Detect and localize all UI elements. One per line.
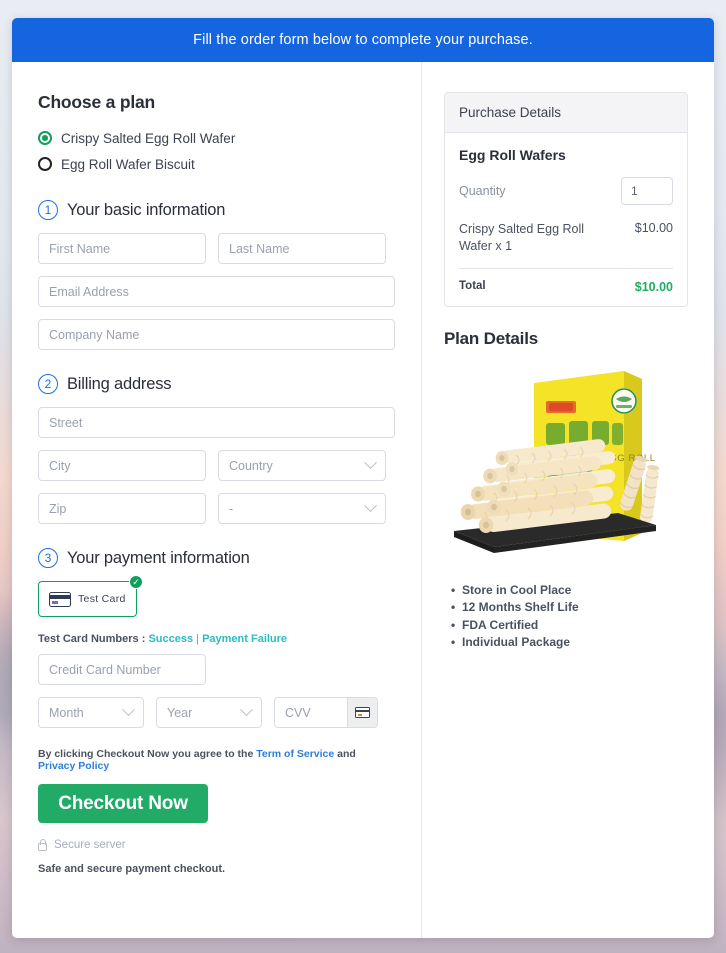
step-basic-information: 1 Your basic information [38, 200, 395, 220]
state-select[interactable]: - [218, 493, 386, 524]
credit-card-number-input[interactable]: Credit Card Number [38, 654, 206, 685]
expiry-year-select[interactable]: Year [156, 697, 262, 728]
expiry-cvv-row: Month Year CVV [38, 697, 395, 728]
street-input[interactable]: Street [38, 407, 395, 438]
purchase-details-box: Purchase Details Egg Roll Wafers Quantit… [444, 92, 688, 307]
zip-state-row: Zip - [38, 493, 395, 524]
payment-failure-test-card-link[interactable]: Payment Failure [202, 633, 287, 645]
step-label: Your basic information [67, 200, 226, 219]
quantity-row: Quantity 1 [459, 177, 673, 205]
privacy-policy-link[interactable]: Privacy Policy [38, 760, 109, 772]
lock-icon [38, 838, 47, 851]
plan-details-title: Plan Details [444, 328, 538, 348]
link-separator: | [193, 633, 203, 645]
secure-server-label: Secure server [54, 839, 126, 851]
email-input[interactable]: Email Address [38, 276, 395, 307]
choose-plan-title: Choose a plan [38, 92, 156, 112]
test-card-numbers-row: Test Card Numbers : Success | Payment Fa… [38, 633, 395, 645]
company-name-input[interactable]: Company Name [38, 319, 395, 350]
chevron-down-icon [240, 703, 253, 717]
product-illustration-svg: COCONUT EGG ROLL [454, 370, 660, 553]
card-back-icon [355, 707, 370, 718]
list-item: FDA Certified [451, 617, 688, 635]
test-card-numbers-label: Test Card Numbers : [38, 633, 149, 645]
list-item: Store in Cool Place [451, 582, 688, 600]
first-name-input[interactable]: First Name [38, 233, 206, 264]
last-name-input[interactable]: Last Name [218, 233, 386, 264]
quantity-input[interactable]: 1 [621, 177, 673, 205]
step-number-badge: 3 [38, 548, 58, 568]
city-country-row: City Country [38, 450, 395, 481]
expiry-month-value: Month [49, 705, 84, 720]
total-amount: $10.00 [634, 279, 673, 294]
purchase-details-body: Egg Roll Wafers Quantity 1 Crispy Salted… [445, 133, 687, 306]
company-row: Company Name [38, 319, 395, 350]
cvv-field-group[interactable]: CVV [274, 697, 378, 728]
banner: Fill the order form below to complete yo… [12, 18, 714, 62]
banner-text: Fill the order form below to complete yo… [193, 32, 533, 48]
step-label: Billing address [67, 374, 172, 393]
city-input[interactable]: City [38, 450, 206, 481]
terms-agreement-text: By clicking Checkout Now you agree to th… [38, 748, 395, 772]
street-row: Street [38, 407, 395, 438]
plan-features-list: Store in Cool Place 12 Months Shelf Life… [444, 582, 688, 652]
line-item-amount: $10.00 [634, 221, 673, 235]
total-label: Total [459, 279, 486, 292]
plan-option-egg-roll-biscuit[interactable]: Egg Roll Wafer Biscuit [38, 152, 395, 176]
credit-card-row: Credit Card Number [38, 654, 395, 685]
quantity-label: Quantity [459, 184, 506, 198]
chevron-down-icon [364, 499, 377, 513]
chevron-down-icon [364, 456, 377, 470]
name-row: First Name Last Name [38, 233, 395, 264]
step-label: Your payment information [67, 548, 250, 567]
line-item-description: Crispy Salted Egg Roll Wafer x 1 [459, 222, 585, 253]
country-select-value: Country [229, 458, 273, 473]
purchase-details-header: Purchase Details [445, 93, 687, 133]
product-image: COCONUT EGG ROLL [444, 363, 688, 568]
line-item-row: Crispy Salted Egg Roll Wafer x 1 $10.00 [459, 221, 673, 255]
step-number-badge: 2 [38, 374, 58, 394]
test-card-label: Test Card [78, 593, 126, 605]
credit-card-icon [49, 591, 71, 607]
agreement-prefix: By clicking Checkout Now you agree to th… [38, 748, 257, 760]
secure-server-row: Secure server [38, 838, 395, 851]
email-row: Email Address [38, 276, 395, 307]
form-body: Choose a plan Crispy Salted Egg Roll Waf… [12, 62, 714, 938]
test-card-method-tile[interactable]: Test Card ✓ [38, 575, 143, 617]
radio-unselected-icon[interactable] [38, 157, 52, 171]
expiry-month-select[interactable]: Month [38, 697, 144, 728]
expiry-year-value: Year [167, 705, 193, 720]
success-test-card-link[interactable]: Success [148, 633, 193, 645]
radio-selected-icon[interactable] [38, 131, 52, 145]
total-row: Total $10.00 [459, 280, 673, 294]
step-payment-information: 3 Your payment information [38, 548, 395, 568]
plan-option-crispy-salted[interactable]: Crispy Salted Egg Roll Wafer [38, 126, 395, 150]
summary-column: Purchase Details Egg Roll Wafers Quantit… [422, 62, 714, 938]
agreement-conjunction: and [334, 748, 356, 760]
cvv-help-button[interactable] [347, 698, 377, 727]
checkout-card: Fill the order form below to complete yo… [12, 18, 714, 938]
terms-of-service-link[interactable]: Term of Service [256, 748, 334, 760]
list-item: 12 Months Shelf Life [451, 599, 688, 617]
step-billing-address: 2 Billing address [38, 374, 395, 394]
state-select-value: - [229, 501, 234, 516]
check-circle-icon: ✓ [129, 575, 143, 589]
step-number-badge: 1 [38, 200, 58, 220]
checkout-now-button[interactable]: Checkout Now [38, 784, 208, 823]
plan-option-label: Crispy Salted Egg Roll Wafer [61, 130, 236, 146]
list-item: Individual Package [451, 634, 688, 652]
cvv-input[interactable]: CVV [275, 698, 347, 727]
chevron-down-icon [122, 703, 135, 717]
safe-checkout-text: Safe and secure payment checkout. [38, 863, 226, 875]
zip-input[interactable]: Zip [38, 493, 206, 524]
form-column: Choose a plan Crispy Salted Egg Roll Waf… [12, 62, 422, 938]
country-select[interactable]: Country [218, 450, 386, 481]
purchase-product-name: Egg Roll Wafers [459, 147, 566, 163]
summary-divider [459, 267, 673, 269]
plan-option-label: Egg Roll Wafer Biscuit [61, 156, 195, 172]
